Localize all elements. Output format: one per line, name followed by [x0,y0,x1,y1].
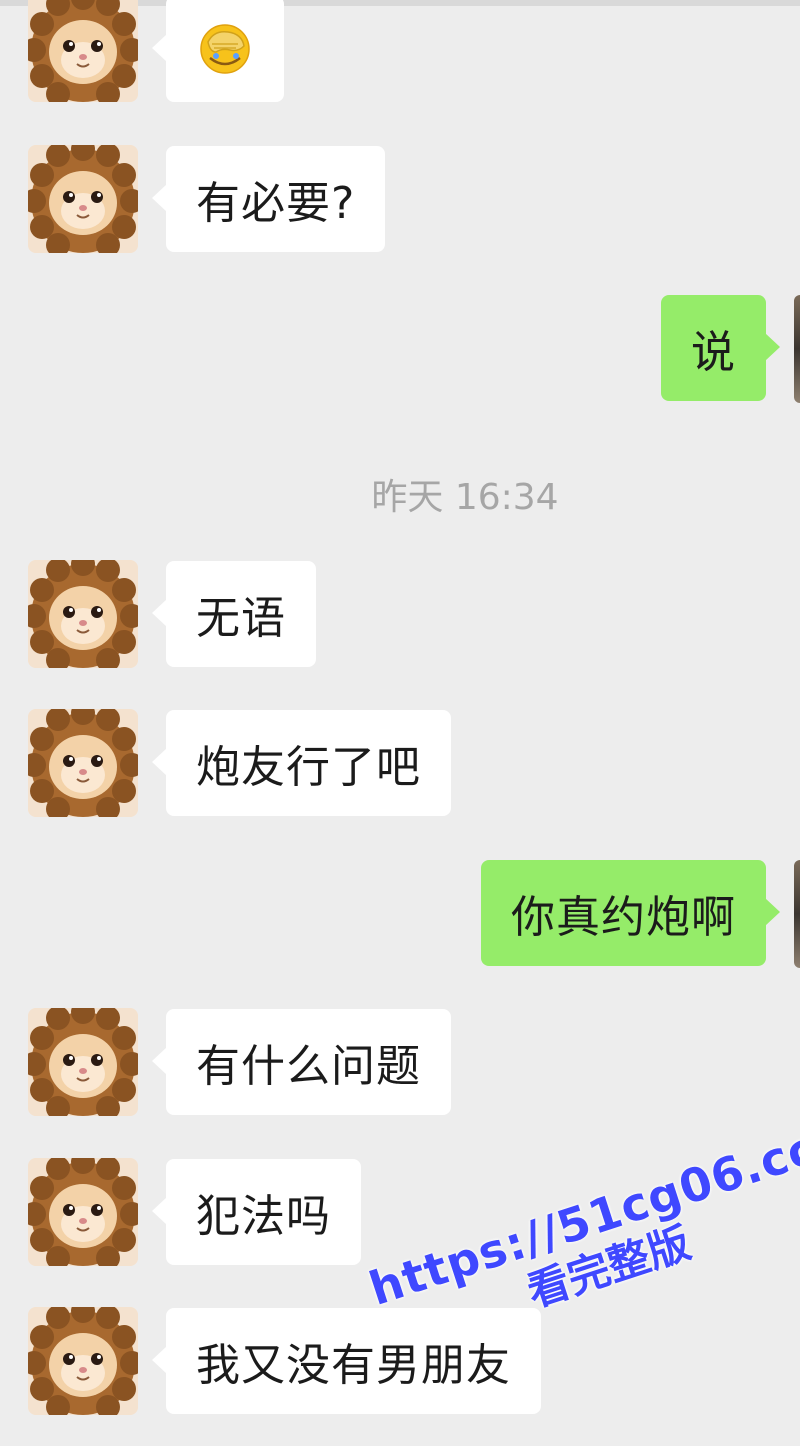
message-text: 无语 [196,593,286,644]
lion-cat-avatar-icon [28,145,138,253]
message-bubble-incoming[interactable]: 🤦 [152,0,284,102]
contact-avatar[interactable] [28,0,138,102]
message-bubble-incoming[interactable]: 无语 [152,561,316,667]
message-text: 说 [691,327,736,378]
message-bubble-incoming[interactable]: 有必要? [151,146,386,252]
lion-cat-avatar-icon [28,709,138,817]
chat-timestamp: 昨天 16:34 [371,477,559,518]
contact-avatar[interactable] [28,1307,138,1415]
message-text: 我又没有男朋友 [196,1340,511,1391]
contact-avatar[interactable] [28,709,138,817]
self-avatar[interactable] [794,860,800,968]
message-text: 有必要? [196,178,356,229]
contact-avatar[interactable] [28,1158,138,1266]
facepalm-emoji-icon [198,22,252,76]
self-avatar[interactable] [794,295,800,403]
message-text: 有什么问题 [196,1041,421,1092]
lion-cat-avatar-icon [28,0,138,102]
lion-cat-avatar-icon [28,1158,138,1266]
message-text: 你真约炮啊 [511,892,736,943]
contact-avatar[interactable] [28,145,138,253]
watermark: https://51cg06.cc 看完整版 [362,1120,800,1362]
lion-cat-avatar-icon [28,1008,138,1116]
message-bubble-incoming[interactable]: 犯法吗 [152,1159,361,1265]
lion-cat-avatar-icon [28,560,138,668]
message-bubble-incoming[interactable]: 炮友行了吧 [152,710,451,816]
lion-cat-avatar-icon [28,1307,138,1415]
message-bubble-outgoing[interactable]: 你真约炮啊 [481,860,780,966]
contact-avatar[interactable] [28,1008,138,1116]
contact-avatar[interactable] [28,560,138,668]
message-text: 炮友行了吧 [196,742,421,793]
message-bubble-incoming[interactable]: 有什么问题 [152,1009,451,1115]
message-text: 犯法吗 [196,1191,331,1242]
message-bubble-outgoing[interactable]: 说 [661,295,780,401]
